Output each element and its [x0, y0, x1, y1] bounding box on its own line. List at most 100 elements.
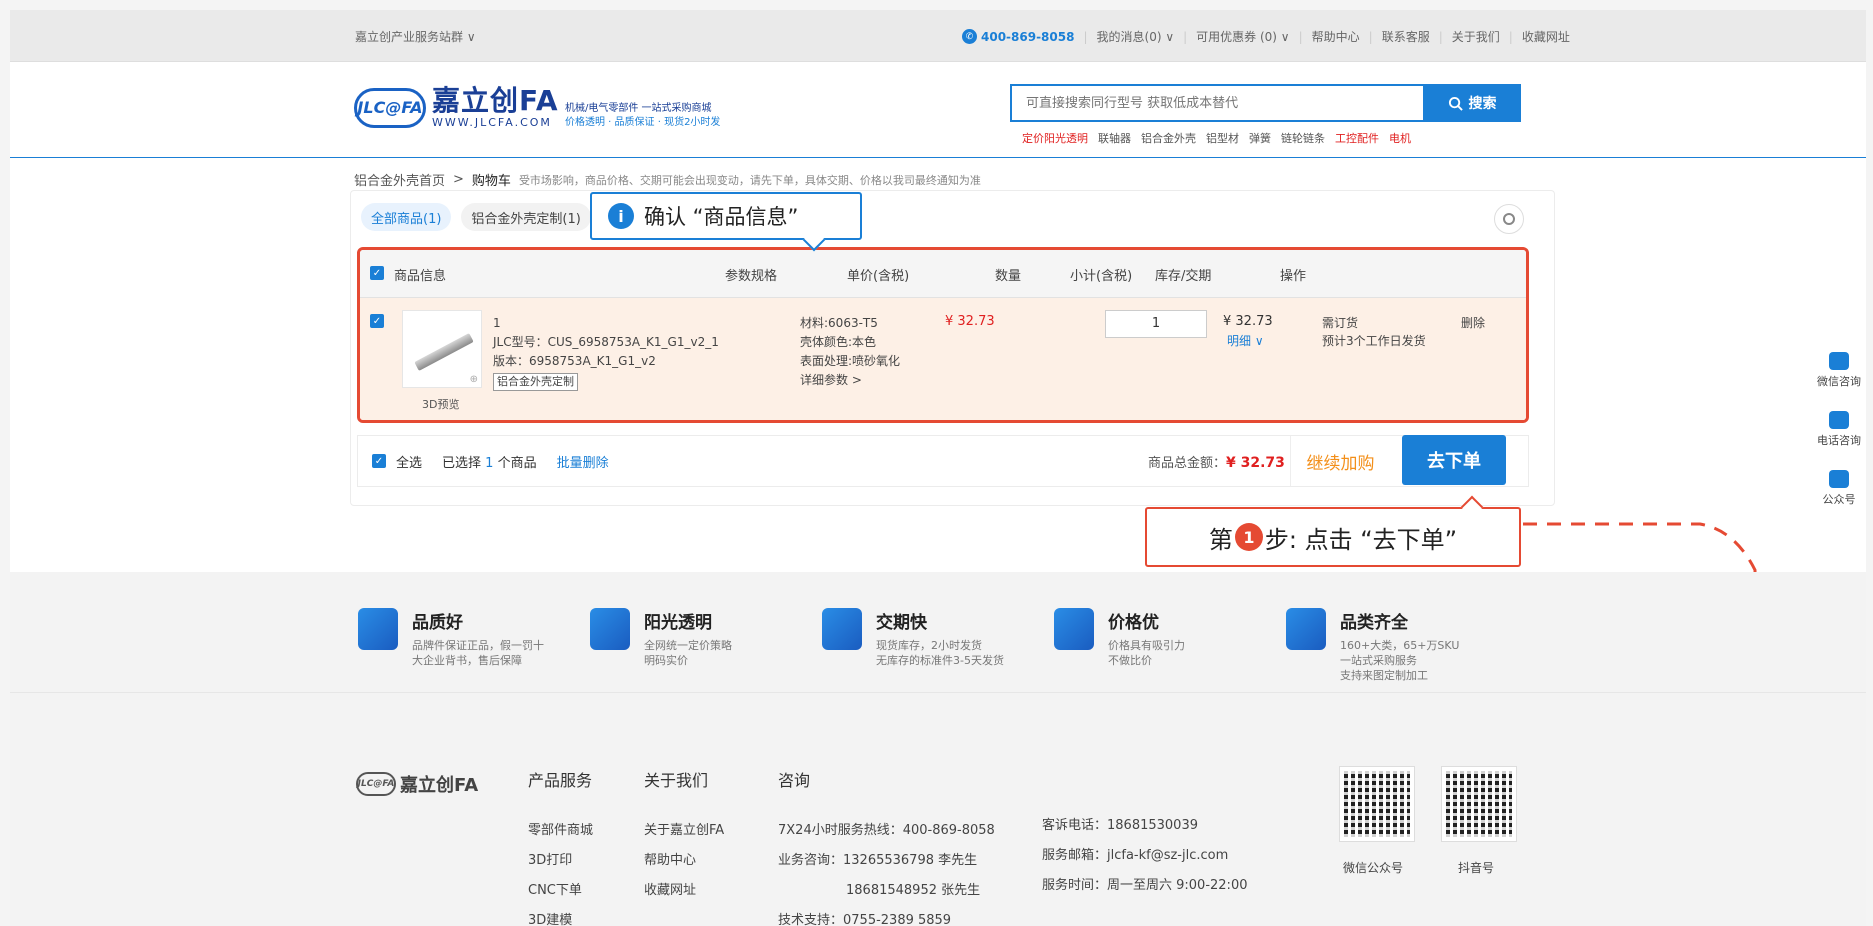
site-logo[interactable]: JLC@FA 嘉立创FA WWW.JLCFA.COM [354, 86, 559, 129]
contact-link[interactable]: 联系客服 [1382, 28, 1430, 45]
search-button[interactable]: 搜索 [1423, 84, 1521, 122]
phone-consult-label: 电话咨询 [1817, 434, 1861, 447]
feature-desc: 价格具有吸引力 [1108, 639, 1185, 652]
subtotal-detail-toggle[interactable]: 明细 ∨ [1223, 332, 1273, 349]
select-all-checkbox[interactable]: ✓ [372, 454, 386, 468]
site-footer: JLC@FA 嘉立创FA 产品服务 零部件商城 3D打印 CNC下单 3D建模 … [10, 692, 1866, 926]
table-header: ✓ 商品信息 参数规格 单价(含税) 数量 小计(含税) 库存/交期 操作 [360, 250, 1526, 298]
wechat-consult[interactable]: 微信咨询 [1817, 352, 1861, 389]
footer-link[interactable]: 收藏网址 [644, 879, 724, 898]
col-qty: 数量 [995, 269, 1022, 284]
quality-icon [358, 608, 398, 650]
product-model: JLC型号：CUS_6958753A_K1_G1_v2_1 [493, 335, 719, 349]
qr-label: 微信公众号 [1343, 861, 1404, 875]
tab-all-products[interactable]: 全部商品(1) [361, 203, 452, 231]
right-float-toolbar: 微信咨询 电话咨询 公众号 [1808, 352, 1866, 507]
cart-search-button[interactable] [1494, 204, 1524, 234]
footer-link[interactable]: 关于嘉立创FA [644, 819, 724, 838]
footer-info: 技术支持：0755-2389 5859 [778, 913, 952, 926]
select-all-label[interactable]: 全选 [396, 452, 422, 471]
money-bag-icon [590, 608, 630, 650]
footer-link[interactable]: 零部件商城 [528, 819, 593, 838]
feature-title: 品质好 [412, 613, 463, 633]
coupons-link[interactable]: 可用优惠券 (0) ∨ [1196, 28, 1289, 45]
footer-info: 客诉电话：18681530039 [1042, 818, 1198, 833]
phone-consult[interactable]: 电话咨询 [1817, 411, 1861, 448]
hot-link[interactable]: 联轴器 [1098, 130, 1131, 146]
hot-search-links: 定价阳光透明 联轴器 铝合金外壳 铝型材 弹簧 链轮链条 工控配件 电机 [1022, 130, 1411, 146]
footer-info: 7X24小时服务热线：400-869-8058 [778, 823, 995, 838]
continue-shopping-button[interactable]: 继续加购 [1290, 436, 1390, 486]
hot-link[interactable]: 铝型材 [1206, 130, 1239, 146]
hot-link[interactable]: 工控配件 [1335, 130, 1379, 146]
selected-count: 已选择 1 个商品 [442, 452, 537, 471]
footer-link[interactable]: 帮助中心 [644, 849, 724, 868]
3d-preview-link[interactable]: 3D预览 [422, 396, 459, 412]
info-icon: i [608, 203, 634, 229]
spec-color: 壳体颜色:本色 [800, 335, 877, 349]
spec-details-link[interactable]: 详细参数 > [800, 371, 900, 390]
site-group-dropdown[interactable]: 嘉立创产业服务站群 ∨ [355, 28, 476, 45]
search-input[interactable] [1010, 84, 1423, 122]
footer-col-title: 关于我们 [644, 771, 709, 790]
quantity-input[interactable]: 1 [1105, 310, 1207, 338]
site-header: JLC@FA 嘉立创FA WWW.JLCFA.COM 机械/电气零部件 一站式采… [10, 62, 1866, 158]
slogan: 机械/电气零部件 一站式采购商城 价格透明 · 品质保证 · 现货2小时发 [565, 102, 720, 130]
hotline: ✆ 400-869-8058 [962, 29, 1074, 44]
stock-status: 需订货 [1322, 316, 1359, 330]
hot-link[interactable]: 铝合金外壳 [1141, 130, 1196, 146]
footer-col-title: 产品服务 [528, 771, 593, 790]
footer-info: 18681548952 张先生 [846, 883, 981, 898]
page-frame: 嘉立创产业服务站群 ∨ ✆ 400-869-8058 | 我的消息(0) ∨ |… [10, 10, 1866, 926]
search-button-label: 搜索 [1468, 96, 1497, 112]
hot-link[interactable]: 链轮链条 [1281, 130, 1325, 146]
feature-desc: 品牌件保证正品，假一罚十 [412, 639, 544, 652]
feature-desc: 现货库存，2小时发货 [876, 639, 982, 652]
shield-icon [1286, 608, 1326, 650]
footer-col-about: 关于我们 关于嘉立创FA 帮助中心 收藏网址 [644, 767, 724, 909]
total-label: 商品总金额： [1148, 456, 1227, 471]
about-link[interactable]: 关于我们 [1452, 28, 1500, 45]
divider: | [1298, 29, 1303, 44]
messages-link[interactable]: 我的消息(0) ∨ [1097, 28, 1175, 45]
tab-aluminum-enclosure[interactable]: 铝合金外壳定制(1) [461, 203, 591, 231]
wechat-consult-label: 微信咨询 [1817, 375, 1861, 388]
help-link[interactable]: 帮助中心 [1312, 28, 1360, 45]
search-icon [1448, 96, 1463, 111]
batch-delete-link[interactable]: 批量删除 [557, 452, 609, 471]
price-notice: 受市场影响，商品价格、交期可能会出现变动，请先下单，具体交期、价格以我司最终通知… [518, 173, 981, 187]
footer-info: 服务时间：周一至周六 9:00-22:00 [1042, 878, 1248, 893]
zoom-icon[interactable]: ⊕ [470, 374, 478, 385]
select-all-checkbox-header[interactable]: ✓ [370, 266, 384, 280]
footer-col-title-spacer [1042, 767, 1247, 786]
logo-url: WWW.JLCFA.COM [432, 116, 552, 129]
subtotal: ¥ 32.73 明细 ∨ [1223, 314, 1273, 349]
row-checkbox[interactable]: ✓ [370, 314, 384, 328]
place-order-button[interactable]: 去下单 [1402, 435, 1506, 485]
subtotal-value: ¥ 32.73 [1223, 314, 1273, 329]
col-subtotal: 小计(含税) [1070, 269, 1133, 284]
feature-strip: 品质好 品牌件保证正品，假一罚十 大企业背书，售后保障 阳光透明 全网统一定价策略 明码… [10, 572, 1866, 692]
footer-link[interactable]: CNC下单 [528, 879, 593, 898]
official-account[interactable]: 公众号 [1823, 470, 1856, 507]
bookmark-link[interactable]: 收藏网址 [1522, 28, 1570, 45]
step-number-badge: 1 [1234, 523, 1263, 551]
feature-desc: 160+大类，65+万SKU [1340, 639, 1460, 652]
step-callout: 第 1 步: 点击 “去下单” [1145, 495, 1521, 567]
spec-material: 材料:6063-T5 [800, 316, 878, 330]
divider: | [1438, 29, 1443, 44]
breadcrumb-home[interactable]: 铝合金外壳首页 [354, 170, 445, 189]
divider: | [1183, 29, 1188, 44]
product-version: 版本：6958753A_K1_G1_v2 [493, 354, 656, 368]
product-specs: 材料:6063-T5 壳体颜色:本色 表面处理:喷砂氧化 详细参数 > [800, 314, 900, 390]
hot-link[interactable]: 弹簧 [1249, 130, 1271, 146]
delete-button[interactable]: 删除 [1461, 314, 1485, 331]
product-thumbnail[interactable]: ⊕ [402, 310, 482, 388]
hot-link[interactable]: 电机 [1389, 130, 1411, 146]
footer-link[interactable]: 3D建模 [528, 909, 593, 926]
server-icon [822, 608, 862, 650]
hot-link[interactable]: 定价阳光透明 [1022, 130, 1088, 146]
search-bar: 搜索 [1010, 84, 1521, 122]
footer-link[interactable]: 3D打印 [528, 849, 593, 868]
divider: | [1083, 29, 1088, 44]
